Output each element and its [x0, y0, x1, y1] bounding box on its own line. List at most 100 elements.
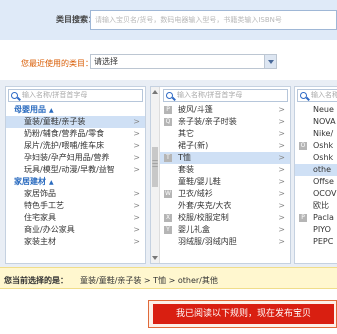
- category-item[interactable]: X 校服/校服定制 >: [160, 212, 290, 224]
- category-item-label: 住宅家具: [24, 213, 56, 222]
- category-panel-level3: 输入名称/ Neue NOVA Nike/O Oshk Oshk othe Offse OCO…: [294, 86, 337, 264]
- category-item-label: 尿片/洗护/喂哺/推车床: [24, 141, 105, 150]
- chevron-right-icon: >: [133, 189, 140, 198]
- category-item[interactable]: P Pacla: [295, 212, 337, 224]
- category-item-label: Pacla: [313, 213, 334, 222]
- panel1-search-placeholder: 输入名称/拼音首字母: [22, 91, 88, 99]
- category-item[interactable]: T T恤 >: [160, 152, 290, 164]
- caret-up-icon: ▲: [49, 107, 54, 114]
- category-item[interactable]: 外套/夹克/大衣 >: [160, 200, 290, 212]
- category-item[interactable]: 套装 >: [160, 164, 290, 176]
- recent-category-select[interactable]: 请选择: [90, 54, 277, 69]
- category-item-label: 奶粉/辅食/营养品/零食: [24, 129, 105, 138]
- category-item-label: NOVA: [313, 117, 336, 126]
- category-item[interactable]: P 披风/斗篷 >: [160, 104, 290, 116]
- chevron-right-icon: >: [133, 117, 140, 126]
- category-item-label: 家居饰品: [24, 189, 56, 198]
- panel3-search-placeholder: 输入名称/: [311, 91, 337, 99]
- chevron-right-icon: >: [278, 117, 285, 126]
- category-item[interactable]: 住宅家具 >: [6, 212, 145, 224]
- category-item[interactable]: Neue: [295, 104, 337, 116]
- category-item[interactable]: PEPC: [295, 236, 337, 248]
- index-letter-badge: T: [164, 154, 172, 162]
- panel2-search-input[interactable]: 输入名称/拼音首字母: [163, 89, 288, 102]
- chevron-right-icon: >: [133, 129, 140, 138]
- panel1-list: 母婴用品 ▲ 童装/童鞋/亲子装 > 奶粉/辅食/营养品/零食 > 尿片/洗护/喂哺/推车床…: [6, 104, 145, 248]
- current-selection-band: 您当前选择的是： 童装/童鞋/亲子装 > T恤 > other/其他: [0, 267, 337, 289]
- scroll-up-icon[interactable]: [152, 89, 158, 95]
- category-item-label: 玩具/模型/动漫/早教/益智: [24, 165, 115, 174]
- category-item[interactable]: 欧比: [295, 200, 337, 212]
- category-item-label: 家装主材: [24, 237, 56, 246]
- chevron-down-icon[interactable]: [264, 55, 276, 68]
- panel1-search-input[interactable]: 输入名称/拼音首字母: [8, 89, 143, 102]
- category-item[interactable]: NOVA: [295, 116, 337, 128]
- category-item[interactable]: Nike/: [295, 128, 337, 140]
- category-group-header[interactable]: 母婴用品 ▲: [6, 104, 145, 116]
- category-item[interactable]: W 卫衣/绒衫 >: [160, 188, 290, 200]
- publish-button-frame: 我已阅读以下规则，现在发布宝贝: [148, 300, 337, 328]
- category-item[interactable]: othe: [295, 164, 337, 176]
- publish-button[interactable]: 我已阅读以下规则，现在发布宝贝: [153, 304, 334, 324]
- category-item-label: Nike/: [313, 129, 334, 138]
- category-item-label: Neue: [313, 105, 334, 114]
- category-item-label: 亲子装/亲子时装: [178, 117, 237, 126]
- category-item[interactable]: Q 亲子装/亲子时装 >: [160, 116, 290, 128]
- caret-up-icon: ▲: [49, 179, 54, 186]
- category-item[interactable]: 商业/办公家具 >: [6, 224, 145, 236]
- category-item[interactable]: 其它 >: [160, 128, 290, 140]
- category-item[interactable]: O Oshk: [295, 140, 337, 152]
- index-letter-badge: O: [299, 142, 307, 150]
- category-item-label: 童鞋/婴儿鞋: [178, 177, 221, 186]
- chevron-right-icon: >: [133, 237, 140, 246]
- category-item-label: othe: [313, 165, 332, 174]
- category-item[interactable]: 家装主材 >: [6, 236, 145, 248]
- category-item[interactable]: 孕妇装/孕产妇用品/营养 >: [6, 152, 145, 164]
- category-item-label: Oshk: [313, 153, 334, 162]
- category-item[interactable]: Offse: [295, 176, 337, 188]
- category-item[interactable]: 玩具/模型/动漫/早教/益智 >: [6, 164, 145, 176]
- category-item-label: T恤: [178, 153, 191, 162]
- category-item[interactable]: PIYO: [295, 224, 337, 236]
- category-group-label: 母婴用品: [14, 105, 46, 114]
- category-item-label: 羽绒服/羽绒内胆: [178, 237, 237, 246]
- category-item[interactable]: 奶粉/辅食/营养品/零食 >: [6, 128, 145, 140]
- panel2-list: P 披风/斗篷 > Q 亲子装/亲子时装 > 其它 > 裙子(新) > T T恤 > 套装 > 童鞋/婴儿鞋 >…: [160, 104, 290, 248]
- panel2-scrollbar[interactable]: — — —: [151, 87, 160, 263]
- category-item[interactable]: Y 婴儿礼盒 >: [160, 224, 290, 236]
- category-item-label: 特色手工艺: [24, 201, 64, 210]
- search-icon: [11, 92, 18, 99]
- chevron-right-icon: >: [133, 225, 140, 234]
- category-item-label: PIYO: [313, 225, 331, 234]
- category-group-header[interactable]: 家居建材 ▲: [6, 176, 145, 188]
- category-item[interactable]: 童装/童鞋/亲子装 >: [6, 116, 145, 128]
- panel3-search-input[interactable]: 输入名称/: [297, 89, 337, 102]
- index-letter-badge: P: [299, 214, 307, 222]
- chevron-right-icon: >: [278, 213, 285, 222]
- scroll-down-icon[interactable]: [152, 255, 158, 261]
- category-item[interactable]: 特色手工艺 >: [6, 200, 145, 212]
- category-item[interactable]: 家居饰品 >: [6, 188, 145, 200]
- category-item[interactable]: 裙子(新) >: [160, 140, 290, 152]
- category-search-input[interactable]: 请输入宝贝名/货号，数码电器输入型号，书籍类输入ISBN号: [90, 10, 337, 30]
- category-item[interactable]: Oshk: [295, 152, 337, 164]
- category-item[interactable]: OCOV: [295, 188, 337, 200]
- chevron-right-icon: >: [278, 237, 285, 246]
- category-item[interactable]: 羽绒服/羽绒内胆 >: [160, 236, 290, 248]
- recent-category-value: 请选择: [94, 57, 118, 66]
- chevron-right-icon: >: [278, 153, 285, 162]
- chevron-right-icon: >: [278, 201, 285, 210]
- category-item-label: Oshk: [313, 141, 334, 150]
- chevron-right-icon: >: [278, 105, 285, 114]
- category-item[interactable]: 尿片/洗护/喂哺/推车床 >: [6, 140, 145, 152]
- chevron-right-icon: >: [133, 153, 140, 162]
- index-letter-badge: P: [164, 106, 172, 114]
- category-item-label: 套装: [178, 165, 194, 174]
- index-letter-badge: Y: [164, 226, 172, 234]
- category-item-label: 商业/办公家具: [24, 225, 75, 234]
- category-panel-level2: 输入名称/拼音首字母 P 披风/斗篷 > Q 亲子装/亲子时装 > 其它 > 裙子(新) > T T恤…: [150, 86, 291, 264]
- current-selection-label: 您当前选择的是：: [4, 276, 68, 285]
- index-letter-badge: Q: [164, 118, 172, 126]
- chevron-right-icon: >: [133, 141, 140, 150]
- category-item[interactable]: 童鞋/婴儿鞋 >: [160, 176, 290, 188]
